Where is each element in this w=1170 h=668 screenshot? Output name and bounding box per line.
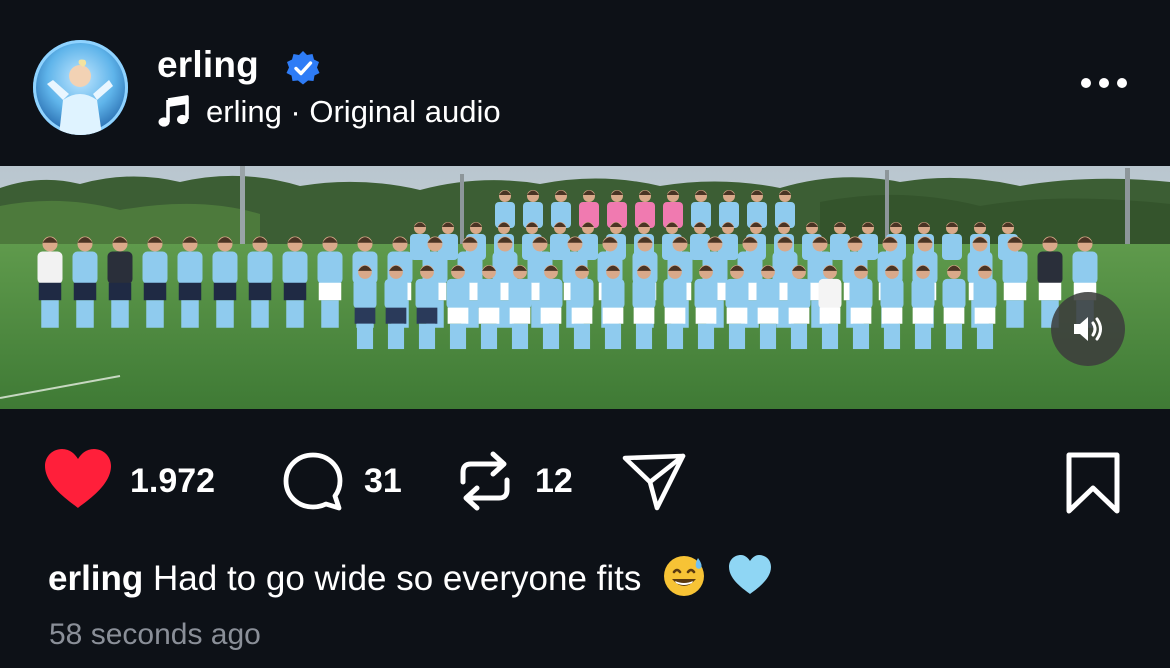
audio-attribution[interactable]: erling · Original audio: [157, 92, 501, 132]
music-note-icon: [158, 95, 189, 127]
sound-toggle-button[interactable]: [1051, 292, 1125, 366]
verified-badge-icon: [286, 51, 320, 85]
caption-username[interactable]: erling: [48, 559, 143, 598]
comment-icon[interactable]: [281, 450, 345, 514]
username[interactable]: erling: [157, 44, 259, 86]
heart-icon[interactable]: [43, 448, 113, 510]
team-photo: [0, 166, 1170, 409]
caption-text: Had to go wide so everyone fits: [153, 559, 642, 598]
post-header: erling erling · Original audio: [0, 0, 1170, 166]
avatar[interactable]: [33, 40, 128, 135]
bookmark-icon[interactable]: [1065, 452, 1121, 514]
audio-label: erling · Original audio: [206, 94, 501, 129]
like-count: 1.972: [130, 462, 216, 500]
share-icon[interactable]: [621, 452, 687, 512]
timestamp: 58 seconds ago: [49, 618, 261, 651]
caption: erling Had to go wide so everyone fits: [48, 552, 773, 599]
light-blue-heart-emoji: [728, 555, 771, 594]
action-bar: 1.972 31 12: [0, 440, 1170, 530]
repost-count: 12: [535, 462, 573, 500]
repost-icon[interactable]: [455, 448, 515, 514]
more-icon[interactable]: [1080, 75, 1128, 91]
sweat-smile-emoji: [664, 556, 705, 596]
volume-icon: [1074, 317, 1102, 341]
comment-count: 31: [364, 462, 402, 500]
post-image[interactable]: [0, 166, 1170, 409]
